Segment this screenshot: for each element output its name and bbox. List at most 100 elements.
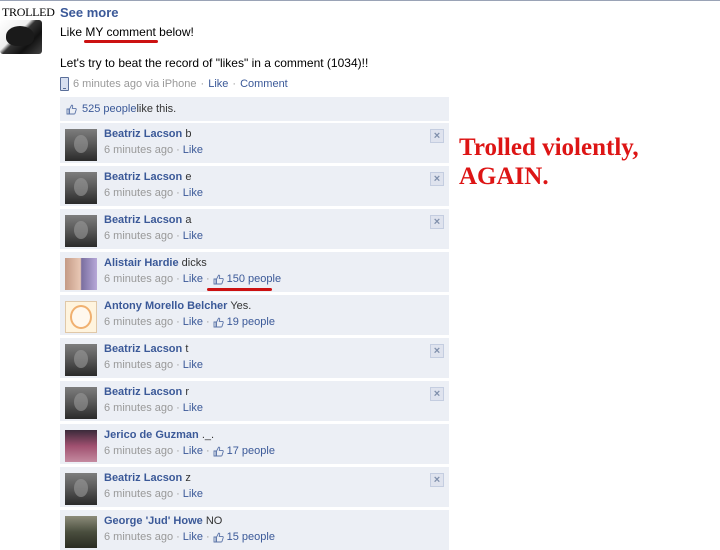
thumbs-up-icon [66, 104, 77, 115]
comment-time[interactable]: 6 minutes ago [104, 402, 173, 414]
commenter-avatar[interactable] [65, 344, 97, 376]
comment-body: Jerico de Guzman ._. 6 minutes ago · Like · 1… [104, 429, 275, 457]
annotation-text: Trolled violently, AGAIN. [459, 133, 639, 191]
comment-row: Antony Morello Belcher Yes. 6 minutes ago… [60, 294, 449, 335]
separator-dot: · [176, 488, 180, 500]
commenter-avatar[interactable] [65, 430, 97, 462]
commenter-name[interactable]: Jerico de Guzman [104, 429, 199, 441]
comment-time[interactable]: 6 minutes ago [104, 445, 173, 457]
comment-text: r [185, 386, 189, 398]
close-icon[interactable]: × [430, 129, 444, 143]
comment-row: Alistair Hardie dicks 6 minutes ago · Like ·… [60, 251, 449, 292]
comment-time[interactable]: 6 minutes ago [104, 187, 173, 199]
commenter-avatar[interactable] [65, 473, 97, 505]
comment-text: e [185, 171, 192, 183]
comment-time[interactable]: 6 minutes ago [104, 230, 173, 242]
comment-row: Beatriz Lacson r 6 minutes ago · Like × [60, 380, 449, 421]
commenter-avatar[interactable] [65, 172, 97, 204]
commenter-name[interactable]: Alistair Hardie [104, 257, 179, 269]
comment-time[interactable]: 6 minutes ago [104, 316, 173, 328]
comment-row: Beatriz Lacson b 6 minutes ago · Like × [60, 122, 449, 163]
comment-like-link[interactable]: Like [183, 402, 203, 414]
post-author-name[interactable]: TROLLED [2, 5, 55, 20]
commenter-avatar[interactable] [65, 516, 97, 548]
separator-dot: · [205, 273, 210, 285]
commenter-avatar[interactable] [65, 387, 97, 419]
commenter-avatar[interactable] [65, 129, 97, 161]
phone-icon [60, 77, 69, 91]
close-icon[interactable]: × [430, 215, 444, 229]
comment-text: z [185, 472, 191, 484]
comment-time[interactable]: 6 minutes ago [104, 488, 173, 500]
post-comment-link[interactable]: Comment [240, 78, 288, 90]
post-time[interactable]: 6 minutes ago via iPhone [73, 78, 197, 90]
comment-body: Antony Morello Belcher Yes. 6 minutes ago… [104, 300, 275, 328]
commenter-name[interactable]: Beatriz Lacson [104, 171, 182, 183]
comment-text: ._. [201, 429, 215, 441]
separator-dot: · [176, 445, 180, 457]
comment-meta: 6 minutes ago · Like [104, 187, 203, 199]
comment-like-link[interactable]: Like [183, 488, 203, 500]
status-text-line1: Like MY comment below! [60, 25, 194, 39]
comment-row: Beatriz Lacson e 6 minutes ago · Like × [60, 165, 449, 206]
comment-body: Beatriz Lacson z 6 minutes ago · Like [104, 472, 203, 500]
separator-dot: · [176, 316, 180, 328]
close-icon[interactable]: × [430, 473, 444, 487]
commenter-avatar[interactable] [65, 215, 97, 247]
commenter-avatar[interactable] [65, 301, 97, 333]
status-text-prefix: Like [60, 25, 86, 39]
separator-dot: · [205, 316, 210, 328]
comment-meta: 6 minutes ago · Like [104, 402, 203, 414]
comment-body: Beatriz Lacson e 6 minutes ago · Like [104, 171, 203, 199]
comment-likes-count[interactable]: 17 people [227, 445, 275, 457]
comment-like-link[interactable]: Like [183, 359, 203, 371]
comment-meta: 6 minutes ago · Like [104, 144, 203, 156]
comment-row: Beatriz Lacson z 6 minutes ago · Like × [60, 466, 449, 507]
comment-text: b [185, 128, 192, 140]
comment-like-link[interactable]: Like [183, 531, 203, 543]
comment-like-link[interactable]: Like [183, 445, 203, 457]
comment-row: George 'Jud' Howe NO 6 minutes ago · Like · 1… [60, 509, 449, 550]
commenter-name[interactable]: Beatriz Lacson [104, 214, 182, 226]
comment-time[interactable]: 6 minutes ago [104, 531, 173, 543]
commenter-name[interactable]: Beatriz Lacson [104, 472, 182, 484]
comment-meta: 6 minutes ago · Like · 17 people [104, 445, 275, 457]
post-author-avatar[interactable] [0, 20, 42, 54]
commenter-name[interactable]: Beatriz Lacson [104, 128, 182, 140]
commenter-name[interactable]: Antony Morello Belcher [104, 300, 227, 312]
comment-row: Beatriz Lacson a 6 minutes ago · Like × [60, 208, 449, 249]
likes-suffix-text: like this. [136, 103, 177, 115]
commenter-avatar[interactable] [65, 258, 97, 290]
comment-like-link[interactable]: Like [183, 187, 203, 199]
close-icon[interactable]: × [430, 172, 444, 186]
likes-count-link[interactable]: 525 people [82, 103, 136, 115]
comment-meta: 6 minutes ago · Like [104, 359, 203, 371]
comment-time[interactable]: 6 minutes ago [104, 144, 173, 156]
comment-likes-count[interactable]: 150 people [227, 273, 281, 285]
commenter-name[interactable]: George 'Jud' Howe [104, 515, 203, 527]
comment-text: Yes. [230, 300, 252, 312]
separator-dot: · [176, 144, 180, 156]
comment-likes-count[interactable]: 15 people [227, 531, 275, 543]
close-icon[interactable]: × [430, 344, 444, 358]
separator-dot: · [176, 187, 180, 199]
comment-time[interactable]: 6 minutes ago [104, 273, 173, 285]
comment-like-link[interactable]: Like [183, 230, 203, 242]
comment-body: Beatriz Lacson r 6 minutes ago · Like [104, 386, 203, 414]
comment-like-link[interactable]: Like [183, 316, 203, 328]
comment-likes-count[interactable]: 19 people [227, 316, 275, 328]
thumbs-up-icon [213, 317, 224, 328]
post-like-link[interactable]: Like [208, 78, 228, 90]
status-text-line2: Let's try to beat the record of "likes" … [60, 56, 369, 70]
comment-body: Alistair Hardie dicks 6 minutes ago · Like ·… [104, 257, 281, 285]
close-icon[interactable]: × [430, 387, 444, 401]
commenter-name[interactable]: Beatriz Lacson [104, 343, 182, 355]
comment-body: Beatriz Lacson b 6 minutes ago · Like [104, 128, 203, 156]
commenter-name[interactable]: Beatriz Lacson [104, 386, 182, 398]
see-more-link[interactable]: See more [60, 5, 119, 20]
separator-dot: · [232, 78, 237, 90]
comment-time[interactable]: 6 minutes ago [104, 359, 173, 371]
comment-body: Beatriz Lacson t 6 minutes ago · Like [104, 343, 203, 371]
comment-like-link[interactable]: Like [183, 273, 203, 285]
comment-like-link[interactable]: Like [183, 144, 203, 156]
